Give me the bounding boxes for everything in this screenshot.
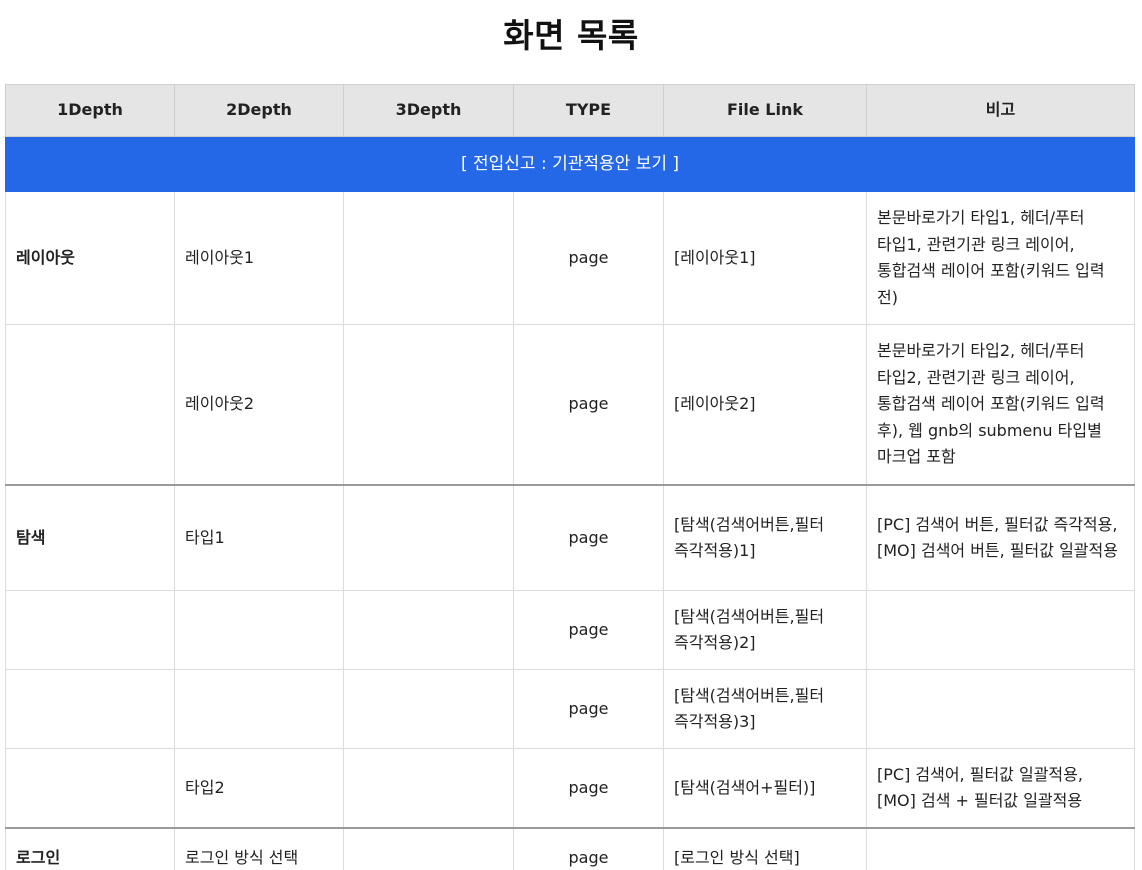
header-row: 1Depth 2Depth 3Depth TYPE File Link 비고 (5, 84, 1135, 137)
header-type: TYPE (513, 84, 664, 137)
cell-2depth: 타입1 (174, 484, 344, 591)
table-row: 레이아웃2 page [레이아웃2] 본문바로가기 타입2, 헤더/푸터 타입2… (5, 324, 1135, 486)
category-banner: [ 전입신고 : 기관적용안 보기 ] (5, 136, 1135, 192)
cell-file-link[interactable]: [탐색(검색어버튼,필터 즉각적용)1] (663, 484, 867, 591)
table-row: 로그인 로그인 방식 선택 page [로그인 방식 선택] (5, 827, 1135, 870)
table-header: 1Depth 2Depth 3Depth TYPE File Link 비고 (5, 84, 1135, 137)
header-2depth: 2Depth (174, 84, 344, 137)
cell-file-link[interactable]: [레이아웃1] (663, 191, 867, 325)
table-row: 타입2 page [탐색(검색어+필터)] [PC] 검색어, 필터값 일괄적용… (5, 748, 1135, 829)
cell-file-link[interactable]: [로그인 방식 선택] (663, 827, 867, 870)
table-row: page [탐색(검색어버튼,필터 즉각적용)2] (5, 590, 1135, 670)
cell-3depth (343, 590, 514, 670)
cell-2depth: 타입2 (174, 748, 344, 829)
cell-2depth: 레이아웃2 (174, 324, 344, 486)
category-banner-row: [ 전입신고 : 기관적용안 보기 ] (5, 136, 1135, 192)
cell-2depth: 레이아웃1 (174, 191, 344, 325)
table-row: page [탐색(검색어버튼,필터 즉각적용)3] (5, 669, 1135, 749)
cell-type: page (513, 324, 664, 486)
cell-3depth (343, 669, 514, 749)
cell-3depth (343, 748, 514, 829)
header-file-link: File Link (663, 84, 867, 137)
cell-1depth (5, 748, 175, 829)
table-row: 탐색 타입1 page [탐색(검색어버튼,필터 즉각적용)1] [PC] 검색… (5, 484, 1135, 591)
header-1depth: 1Depth (5, 84, 175, 137)
cell-2depth (174, 669, 344, 749)
cell-3depth (343, 484, 514, 591)
cell-note: 본문바로가기 타입1, 헤더/푸터 타입1, 관련기관 링크 레이어, 통합검색… (866, 191, 1135, 325)
cell-note: [PC] 검색어 버튼, 필터값 즉각적용, [MO] 검색어 버튼, 필터값 … (866, 484, 1135, 591)
cell-file-link[interactable]: [레이아웃2] (663, 324, 867, 486)
page-title: 화면 목록 (503, 16, 639, 55)
cell-2depth: 로그인 방식 선택 (174, 827, 344, 870)
cell-type: page (513, 748, 664, 829)
cell-note (866, 590, 1135, 670)
cell-note (866, 669, 1135, 749)
cell-3depth (343, 191, 514, 325)
cell-3depth (343, 324, 514, 486)
cell-1depth: 레이아웃 (5, 191, 175, 325)
table-body: [ 전입신고 : 기관적용안 보기 ] 레이아웃 레이아웃1 page [레이아… (5, 136, 1135, 870)
cell-1depth: 로그인 (5, 827, 175, 870)
cell-1depth (5, 669, 175, 749)
cell-1depth (5, 324, 175, 486)
cell-type: page (513, 484, 664, 591)
cell-3depth (343, 827, 514, 870)
screen-list-table: 1Depth 2Depth 3Depth TYPE File Link 비고 [… (5, 84, 1135, 870)
cell-file-link[interactable]: [탐색(검색어버튼,필터 즉각적용)2] (663, 590, 867, 670)
cell-file-link[interactable]: [탐색(검색어+필터)] (663, 748, 867, 829)
cell-1depth (5, 590, 175, 670)
cell-file-link[interactable]: [탐색(검색어버튼,필터 즉각적용)3] (663, 669, 867, 749)
cell-type: page (513, 590, 664, 670)
cell-2depth (174, 590, 344, 670)
cell-1depth: 탐색 (5, 484, 175, 591)
cell-note (866, 827, 1135, 870)
cell-type: page (513, 669, 664, 749)
cell-type: page (513, 827, 664, 870)
table-row: 레이아웃 레이아웃1 page [레이아웃1] 본문바로가기 타입1, 헤더/푸… (5, 191, 1135, 325)
cell-note: 본문바로가기 타입2, 헤더/푸터 타입2, 관련기관 링크 레이어, 통합검색… (866, 324, 1135, 486)
header-3depth: 3Depth (343, 84, 514, 137)
header-note: 비고 (866, 84, 1135, 137)
cell-type: page (513, 191, 664, 325)
cell-note: [PC] 검색어, 필터값 일괄적용, [MO] 검색 + 필터값 일괄적용 (866, 748, 1135, 829)
